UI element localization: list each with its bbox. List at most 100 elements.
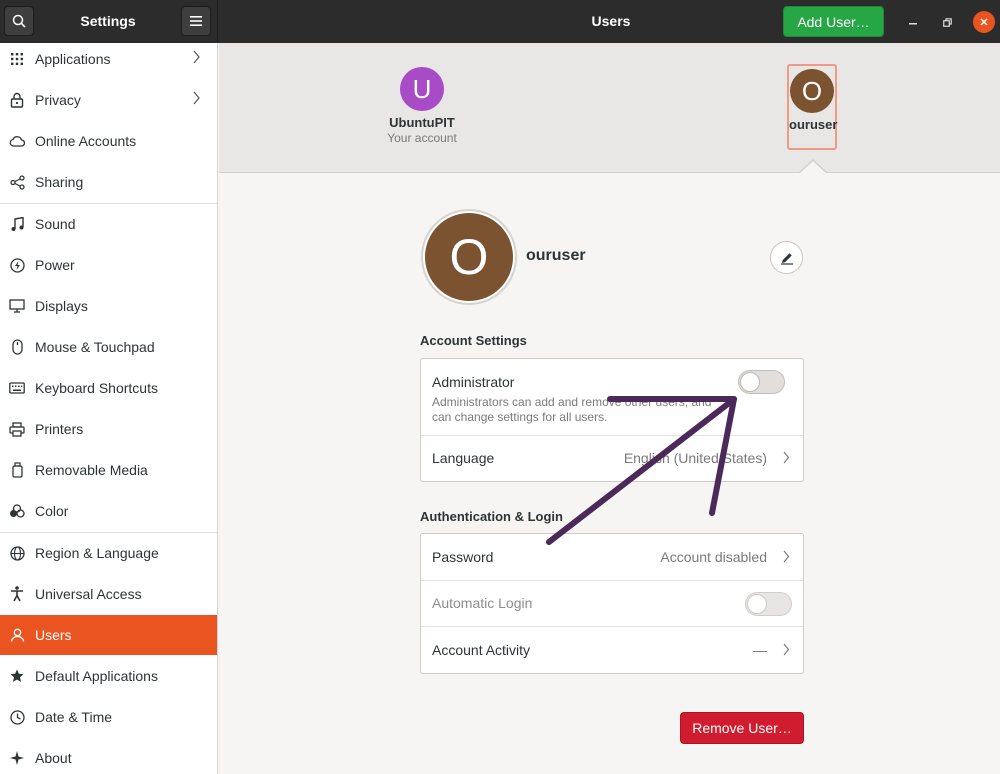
- header-bar: Settings Users Add User…: [0, 0, 1000, 43]
- automatic-login-row: Automatic Login: [421, 581, 803, 627]
- password-row[interactable]: Password Account disabled: [421, 534, 803, 581]
- administrator-label: Administrator: [432, 374, 515, 390]
- clock-icon: [8, 708, 26, 726]
- sidebar: Applications Privacy Online Accounts Sha…: [0, 43, 218, 774]
- color-icon: [8, 502, 26, 520]
- remove-user-button[interactable]: Remove User…: [680, 712, 804, 744]
- sidebar-item-label: About: [35, 750, 72, 766]
- share-icon: [8, 173, 26, 191]
- star-icon: [8, 667, 26, 685]
- toggle-knob: [747, 594, 767, 614]
- user-tile-subtitle: Your account: [387, 131, 457, 145]
- language-label: Language: [432, 450, 495, 466]
- sidebar-item-keyboard-shortcuts[interactable]: Keyboard Shortcuts: [0, 368, 217, 408]
- sidebar-item-users[interactable]: Users: [0, 615, 217, 655]
- maximize-button[interactable]: [936, 11, 958, 33]
- sidebar-item-printers[interactable]: Printers: [0, 409, 217, 449]
- user-tile-ouruser[interactable]: O ouruser: [787, 64, 837, 150]
- toggle-knob: [740, 372, 760, 392]
- chevron-right-icon: [193, 50, 201, 67]
- sidebar-item-default-applications[interactable]: Default Applications: [0, 656, 217, 696]
- sidebar-item-date-time[interactable]: Date & Time: [0, 697, 217, 737]
- authentication-list: Password Account disabled Automatic Logi…: [420, 533, 804, 674]
- close-button[interactable]: [973, 11, 995, 33]
- sidebar-item-color[interactable]: Color: [0, 491, 217, 531]
- user-carousel: U UbuntuPIT Your account O ouruser: [219, 43, 1000, 173]
- avatar: O: [790, 69, 834, 113]
- sparkle-icon: [8, 749, 26, 767]
- sidebar-item-online-accounts[interactable]: Online Accounts: [0, 121, 217, 161]
- authentication-heading: Authentication & Login: [420, 509, 563, 524]
- sidebar-item-power[interactable]: Power: [0, 245, 217, 285]
- sidebar-item-sound[interactable]: Sound: [0, 204, 217, 244]
- sidebar-item-label: Sound: [35, 216, 76, 232]
- account-settings-heading: Account Settings: [420, 333, 527, 348]
- menu-button[interactable]: [181, 6, 211, 36]
- account-settings-list: Administrator Administrators can add and…: [420, 358, 804, 482]
- avatar: O: [425, 213, 513, 301]
- grid-icon: [8, 50, 26, 68]
- account-activity-value: —: [753, 642, 767, 658]
- edit-name-button[interactable]: [770, 241, 803, 274]
- sidebar-item-label: Users: [35, 627, 72, 643]
- account-activity-label: Account Activity: [432, 642, 531, 658]
- sidebar-item-displays[interactable]: Displays: [0, 286, 217, 326]
- add-user-button[interactable]: Add User…: [783, 6, 884, 37]
- account-activity-row[interactable]: Account Activity —: [421, 627, 803, 674]
- display-icon: [8, 297, 26, 315]
- mouse-icon: [8, 338, 26, 356]
- sidebar-item-label: Keyboard Shortcuts: [35, 380, 158, 396]
- sidebar-item-privacy[interactable]: Privacy: [0, 80, 217, 120]
- music-note-icon: [8, 215, 26, 233]
- sidebar-item-label: Applications: [35, 51, 111, 67]
- user-tile-name: ouruser: [789, 117, 838, 132]
- sidebar-item-universal-access[interactable]: Universal Access: [0, 574, 217, 614]
- sidebar-item-label: Default Applications: [35, 668, 158, 684]
- chevron-right-icon: [783, 451, 790, 469]
- sidebar-item-label: Date & Time: [35, 709, 113, 725]
- user-name[interactable]: ouruser: [526, 247, 586, 265]
- administrator-description: Administrators can add and remove other …: [432, 395, 712, 424]
- sidebar-item-applications[interactable]: Applications: [0, 39, 217, 79]
- user-tile-ubuntupit[interactable]: U UbuntuPIT Your account: [379, 67, 465, 145]
- close-icon: [980, 18, 988, 26]
- sidebar-item-label: Color: [35, 503, 69, 519]
- pencil-icon: [780, 252, 793, 265]
- minimize-button[interactable]: [902, 11, 924, 33]
- lock-icon: [8, 91, 26, 109]
- hamburger-icon: [190, 16, 202, 26]
- carousel-pointer-fill: [799, 161, 827, 174]
- sidebar-item-removable-media[interactable]: Removable Media: [0, 450, 217, 490]
- sidebar-item-about[interactable]: About: [0, 738, 217, 774]
- globe-icon: [8, 544, 26, 562]
- sidebar-item-label: Displays: [35, 298, 88, 314]
- sidebar-item-region-language[interactable]: Region & Language: [0, 533, 217, 573]
- sidebar-item-sharing[interactable]: Sharing: [0, 162, 217, 202]
- cloud-icon: [8, 132, 26, 150]
- search-icon: [12, 14, 26, 28]
- administrator-toggle[interactable]: [738, 370, 785, 394]
- user-tile-name: UbuntuPIT: [389, 115, 455, 130]
- automatic-login-toggle[interactable]: [745, 592, 792, 616]
- user-avatar-button[interactable]: O: [421, 209, 517, 305]
- sidebar-item-mouse-touchpad[interactable]: Mouse & Touchpad: [0, 327, 217, 367]
- sidebar-item-label: Universal Access: [35, 586, 142, 602]
- avatar: U: [400, 67, 444, 111]
- keyboard-icon: [8, 379, 26, 397]
- user-icon: [8, 626, 26, 644]
- usb-icon: [8, 461, 26, 479]
- sidebar-item-label: Removable Media: [35, 462, 148, 478]
- language-row[interactable]: Language English (United States): [421, 436, 803, 482]
- chevron-right-icon: [193, 91, 201, 108]
- minimize-icon: [909, 23, 917, 25]
- search-button[interactable]: [4, 6, 34, 36]
- sidebar-item-label: Printers: [35, 421, 84, 437]
- accessibility-icon: [8, 585, 26, 603]
- language-value: English (United States): [623, 450, 767, 466]
- main-content: U UbuntuPIT Your account O ouruser O our…: [219, 43, 1000, 774]
- sidebar-item-label: Privacy: [35, 92, 81, 108]
- administrator-row: Administrator Administrators can add and…: [421, 359, 803, 436]
- sidebar-header: Settings: [0, 0, 218, 43]
- restore-icon: [942, 17, 952, 27]
- sidebar-item-label: Sharing: [35, 174, 84, 190]
